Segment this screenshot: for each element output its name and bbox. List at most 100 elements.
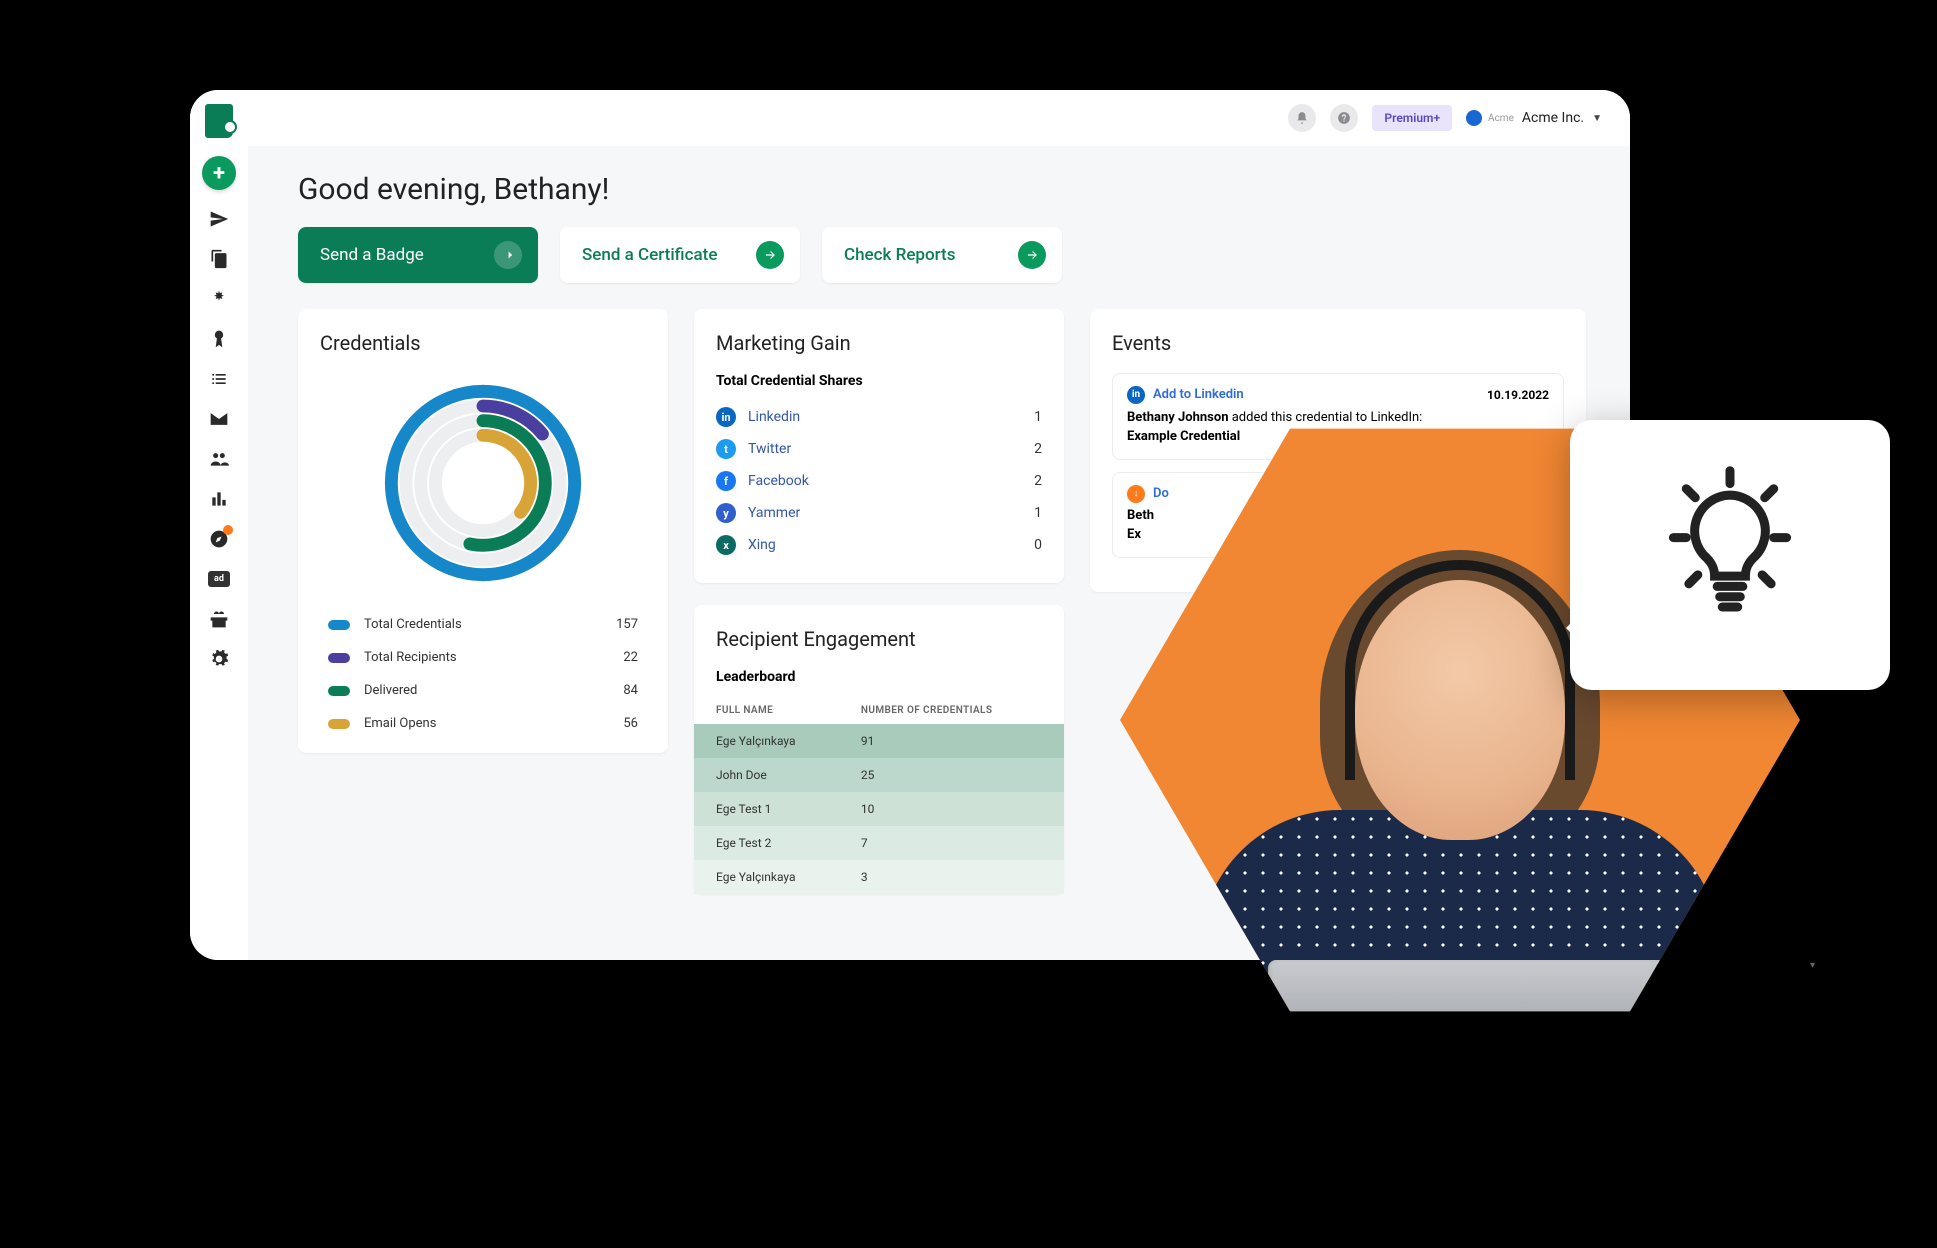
- share-link[interactable]: Facebook: [748, 473, 1012, 489]
- share-value: 1: [1024, 409, 1042, 425]
- lb-name: Ege Test 2: [694, 826, 851, 860]
- event-icon: in: [1127, 386, 1145, 404]
- social-icon: in: [716, 407, 736, 427]
- lb-name: Ege Yalçınkaya: [694, 860, 851, 894]
- social-icon: t: [716, 439, 736, 459]
- event-line1: Bethany Johnson added this credential to…: [1127, 409, 1549, 428]
- table-row: Ege Yalçınkaya91: [694, 724, 1064, 758]
- share-link[interactable]: Xing: [748, 537, 1012, 553]
- list-icon[interactable]: [208, 368, 230, 390]
- legend-label: Total Credentials: [364, 617, 604, 632]
- send-icon[interactable]: [208, 208, 230, 230]
- org-sub-label: Acme: [1488, 113, 1514, 124]
- events-title: Events: [1112, 331, 1564, 355]
- share-link[interactable]: Yammer: [748, 505, 1012, 521]
- lb-count: 91: [851, 724, 1064, 758]
- mail-icon[interactable]: [208, 408, 230, 430]
- credentials-title: Credentials: [320, 331, 646, 355]
- gear-icon[interactable]: [208, 648, 230, 670]
- event-icon: ↓: [1127, 485, 1145, 503]
- legend-row: Total Recipients 22: [328, 650, 638, 665]
- award-icon[interactable]: [208, 328, 230, 350]
- table-row: John Doe25: [694, 758, 1064, 792]
- lb-name: John Doe: [694, 758, 851, 792]
- share-value: 0: [1024, 537, 1042, 553]
- credentials-legend: Total Credentials 157 Total Recipients 2…: [320, 617, 646, 731]
- spark-icon[interactable]: [208, 288, 230, 310]
- share-row: t Twitter 2: [716, 433, 1042, 465]
- share-link[interactable]: Twitter: [748, 441, 1012, 457]
- leaderboard-table: Full Name Number of Credentials Ege Yalç…: [694, 697, 1064, 894]
- idea-bubble: [1570, 420, 1890, 690]
- arrow-right-icon: [1018, 241, 1046, 269]
- greeting: Good evening, Bethany!: [298, 172, 1586, 207]
- arrow-right-icon: [494, 241, 522, 269]
- chevron-down-icon: ▾: [1810, 960, 1815, 971]
- legend-value: 157: [604, 617, 638, 632]
- quick-actions: Send a Badge Send a Certificate Check Re…: [298, 227, 1586, 283]
- check-reports-button[interactable]: Check Reports: [822, 227, 1062, 283]
- table-row: Ege Test 27: [694, 826, 1064, 860]
- social-icon: y: [716, 503, 736, 523]
- help-icon[interactable]: [1330, 104, 1358, 132]
- table-row: Ege Test 110: [694, 792, 1064, 826]
- lb-count: 7: [851, 826, 1064, 860]
- org-name: Acme Inc.: [1522, 110, 1584, 126]
- check-reports-label: Check Reports: [844, 245, 955, 265]
- share-value: 2: [1024, 441, 1042, 457]
- send-certificate-button[interactable]: Send a Certificate: [560, 227, 800, 283]
- share-value: 2: [1024, 473, 1042, 489]
- share-list: in Linkedin 1t Twitter 2f Facebook 2y Ya…: [716, 401, 1042, 561]
- marketing-card: Marketing Gain Total Credential Shares i…: [694, 309, 1064, 583]
- event-action-link[interactable]: Add to Linkedin: [1153, 386, 1244, 405]
- copy-icon[interactable]: [208, 248, 230, 270]
- ad-icon[interactable]: ad: [208, 568, 230, 590]
- send-badge-button[interactable]: Send a Badge: [298, 227, 538, 283]
- legend-row: Total Credentials 157: [328, 617, 638, 632]
- bar-chart-icon[interactable]: [208, 488, 230, 510]
- arrow-right-icon: [756, 241, 784, 269]
- chevron-down-icon: ▼: [1592, 113, 1602, 124]
- share-row: f Facebook 2: [716, 465, 1042, 497]
- bell-icon[interactable]: [1288, 104, 1316, 132]
- lb-count: 3: [851, 860, 1064, 894]
- legend-label: Total Recipients: [364, 650, 604, 665]
- social-icon: x: [716, 535, 736, 555]
- leaderboard-col-count: Number of Credentials: [851, 697, 1064, 724]
- lb-count: 10: [851, 792, 1064, 826]
- engagement-title: Recipient Engagement: [716, 627, 1042, 651]
- event-date: 10.19.2022: [1487, 387, 1549, 404]
- gift-icon[interactable]: [208, 608, 230, 630]
- legend-swatch: [328, 620, 350, 630]
- legend-row: Delivered 84: [328, 683, 638, 698]
- credentials-card: Credentials: [298, 309, 668, 753]
- legend-label: Email Opens: [364, 716, 604, 731]
- legend-swatch: [328, 719, 350, 729]
- legend-swatch: [328, 653, 350, 663]
- marketing-title: Marketing Gain: [716, 331, 1042, 355]
- send-badge-label: Send a Badge: [320, 245, 424, 265]
- credentials-donut-chart: [320, 373, 646, 593]
- org-switcher[interactable]: Acme Acme Inc. ▼: [1466, 110, 1602, 126]
- engagement-subtitle: Leaderboard: [716, 669, 1042, 685]
- app-logo-icon: [205, 104, 233, 138]
- users-icon[interactable]: [208, 448, 230, 470]
- create-button[interactable]: +: [202, 156, 236, 190]
- explore-icon[interactable]: [208, 528, 230, 550]
- premium-chip[interactable]: Premium+: [1372, 105, 1452, 131]
- legend-row: Email Opens 56: [328, 716, 638, 731]
- share-row: y Yammer 1: [716, 497, 1042, 529]
- marketing-subtitle: Total Credential Shares: [716, 373, 1042, 389]
- lb-name: Ege Test 1: [694, 792, 851, 826]
- legend-label: Delivered: [364, 683, 604, 698]
- lb-name: Ege Yalçınkaya: [694, 724, 851, 758]
- event-action-link[interactable]: Do: [1153, 485, 1169, 504]
- legend-value: 84: [604, 683, 638, 698]
- share-link[interactable]: Linkedin: [748, 409, 1012, 425]
- engagement-card: Recipient Engagement Leaderboard Full Na…: [694, 605, 1064, 894]
- lb-count: 25: [851, 758, 1064, 792]
- sidebar: + ad: [190, 90, 248, 960]
- header: Premium+ Acme Acme Inc. ▼: [248, 90, 1630, 146]
- share-row: in Linkedin 1: [716, 401, 1042, 433]
- org-logo-icon: [1466, 110, 1482, 126]
